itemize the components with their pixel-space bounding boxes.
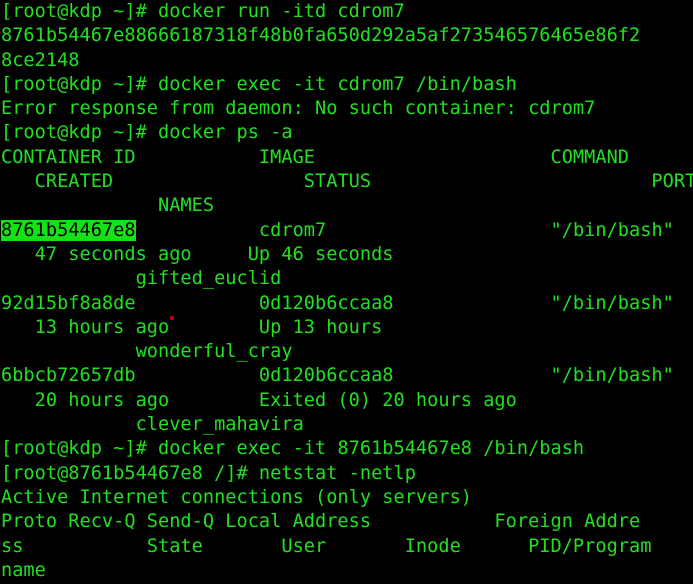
terminal-line: 92d15bf8a8de 0d120b6ccaa8 "/bin/bash" bbox=[1, 292, 674, 314]
terminal-line: 47 seconds ago Up 46 seconds bbox=[1, 243, 394, 265]
selected-container-id[interactable]: 8761b54467e8 bbox=[1, 219, 136, 241]
terminal-line: 13 hours ago Up 13 hours bbox=[1, 316, 383, 338]
terminal-line: Active Internet connections (only server… bbox=[1, 486, 473, 508]
terminal-line-netstat-header: ss State User Inode PID/Program bbox=[1, 535, 652, 557]
terminal-line-selected-row: 8761b54467e8 cdrom7 "/bin/bash" bbox=[0, 219, 693, 243]
terminal-line: [root@kdp ~]# docker run -itd cdrom7 bbox=[1, 1, 405, 22]
terminal-line: [root@8761b54467e8 /]# netstat -netlp bbox=[1, 462, 416, 484]
terminal-line: Error response from daemon: No such cont… bbox=[1, 98, 596, 120]
terminal-line: 6bbcb72657db 0d120b6ccaa8 "/bin/bash" bbox=[1, 365, 674, 387]
terminal-line: 8761b54467e88666187318f48b0fa650d292a5af… bbox=[1, 25, 641, 47]
terminal-line: [root@kdp ~]# docker ps -a bbox=[1, 122, 293, 144]
row-remainder: cdrom7 "/bin/bash" bbox=[135, 219, 674, 241]
terminal-line-netstat-header: Proto Recv-Q Send-Q Local Address Foreig… bbox=[1, 511, 641, 533]
terminal-line: 8ce2148 bbox=[1, 49, 80, 71]
terminal-line-netstat-header: name bbox=[1, 559, 46, 581]
terminal-line: 20 hours ago Exited (0) 20 hours ago bbox=[1, 389, 517, 411]
terminal-line-ps-header: NAMES bbox=[1, 195, 215, 217]
terminal-line-ps-header: CREATED STATUS PORTS bbox=[1, 171, 693, 193]
terminal-line: wonderful_cray bbox=[1, 341, 293, 363]
terminal-line: [root@kdp ~]# docker exec -it 8761b54467… bbox=[1, 438, 585, 460]
terminal-line: [root@kdp ~]# docker exec -it cdrom7 /bi… bbox=[1, 73, 517, 95]
terminal-line: gifted_euclid bbox=[1, 268, 282, 290]
terminal-line: clever_mahavira bbox=[1, 414, 304, 436]
terminal-screen[interactable]: [root@kdp ~]# docker run -itd cdrom7 876… bbox=[0, 0, 693, 584]
terminal-line-ps-header: CONTAINER ID IMAGE COMMAND bbox=[1, 146, 630, 168]
